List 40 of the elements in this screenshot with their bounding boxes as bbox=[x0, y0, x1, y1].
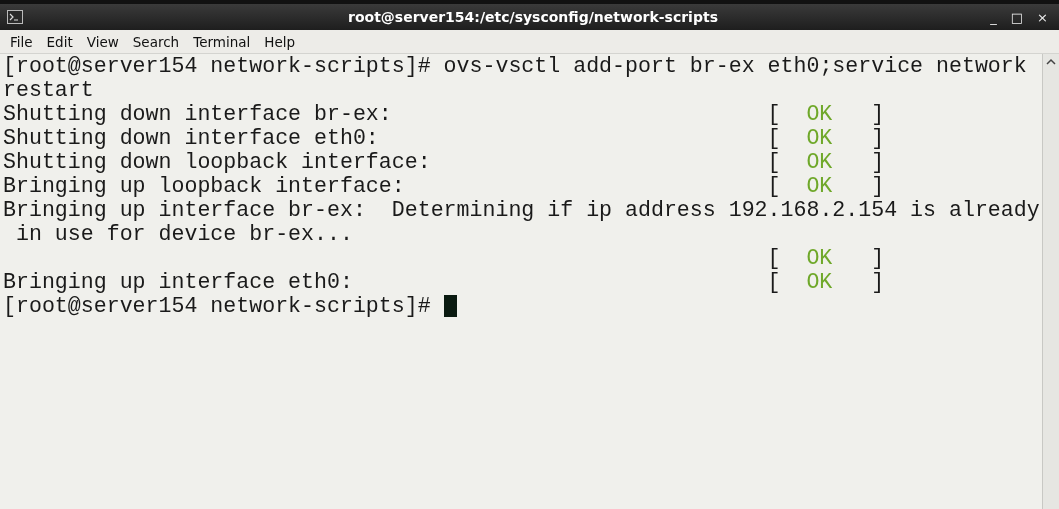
terminal-line: [root@server154 network-scripts]# bbox=[3, 294, 432, 318]
bracket: [ bbox=[767, 102, 782, 126]
terminal-line: [root@server154 network-scripts]# ovs-vsctl add-port br-ex eth0;service network bbox=[3, 54, 1027, 78]
terminal-line: Shutting down interface br-ex: bbox=[3, 102, 393, 126]
status-label: OK bbox=[806, 126, 834, 150]
bracket: ] bbox=[871, 150, 885, 174]
bracket: ] bbox=[871, 102, 885, 126]
terminal-line: Bringing up loopback interface: bbox=[3, 174, 406, 198]
bracket: [ bbox=[767, 246, 782, 270]
bracket: ] bbox=[871, 126, 885, 150]
bracket: [ bbox=[767, 126, 782, 150]
menu-item[interactable]: Terminal bbox=[186, 33, 258, 50]
terminal-line: restart bbox=[3, 78, 94, 102]
terminal-line: Shutting down interface eth0: bbox=[3, 126, 380, 150]
menu-item[interactable]: View bbox=[79, 33, 126, 50]
terminal-line: Bringing up interface br-ex: Determining if ip address 192.168.2.154 is already bbox=[3, 198, 1040, 222]
window-control-button[interactable]: × bbox=[1032, 9, 1053, 25]
scrollbar[interactable] bbox=[1042, 54, 1059, 509]
menu-item[interactable]: Help bbox=[257, 33, 303, 50]
status-label: OK bbox=[806, 174, 834, 198]
window-control-button[interactable]: _ bbox=[985, 9, 1002, 25]
bracket: ] bbox=[871, 270, 885, 294]
menu-item[interactable]: Search bbox=[125, 33, 187, 50]
window-title: root@server154:/etc/sysconfig/network-scripts bbox=[347, 9, 719, 25]
terminal-icon bbox=[7, 10, 23, 24]
bracket: [ bbox=[767, 150, 782, 174]
status-label: OK bbox=[806, 270, 834, 294]
terminal-line: in use for device br-ex... bbox=[14, 222, 353, 246]
menu-item[interactable]: File bbox=[3, 33, 40, 50]
window-control-button[interactable]: □ bbox=[1005, 9, 1029, 25]
bracket: ] bbox=[871, 246, 885, 270]
bracket: [ bbox=[767, 270, 782, 294]
bracket: [ bbox=[767, 174, 782, 198]
status-label: OK bbox=[806, 150, 834, 174]
terminal-line: Shutting down loopback interface: bbox=[3, 150, 432, 174]
status-label: OK bbox=[806, 102, 834, 126]
terminal-line: Bringing up interface eth0: bbox=[3, 270, 354, 294]
bracket: ] bbox=[871, 174, 885, 198]
status-label: OK bbox=[806, 246, 834, 270]
menu-item[interactable]: Edit bbox=[39, 33, 80, 50]
